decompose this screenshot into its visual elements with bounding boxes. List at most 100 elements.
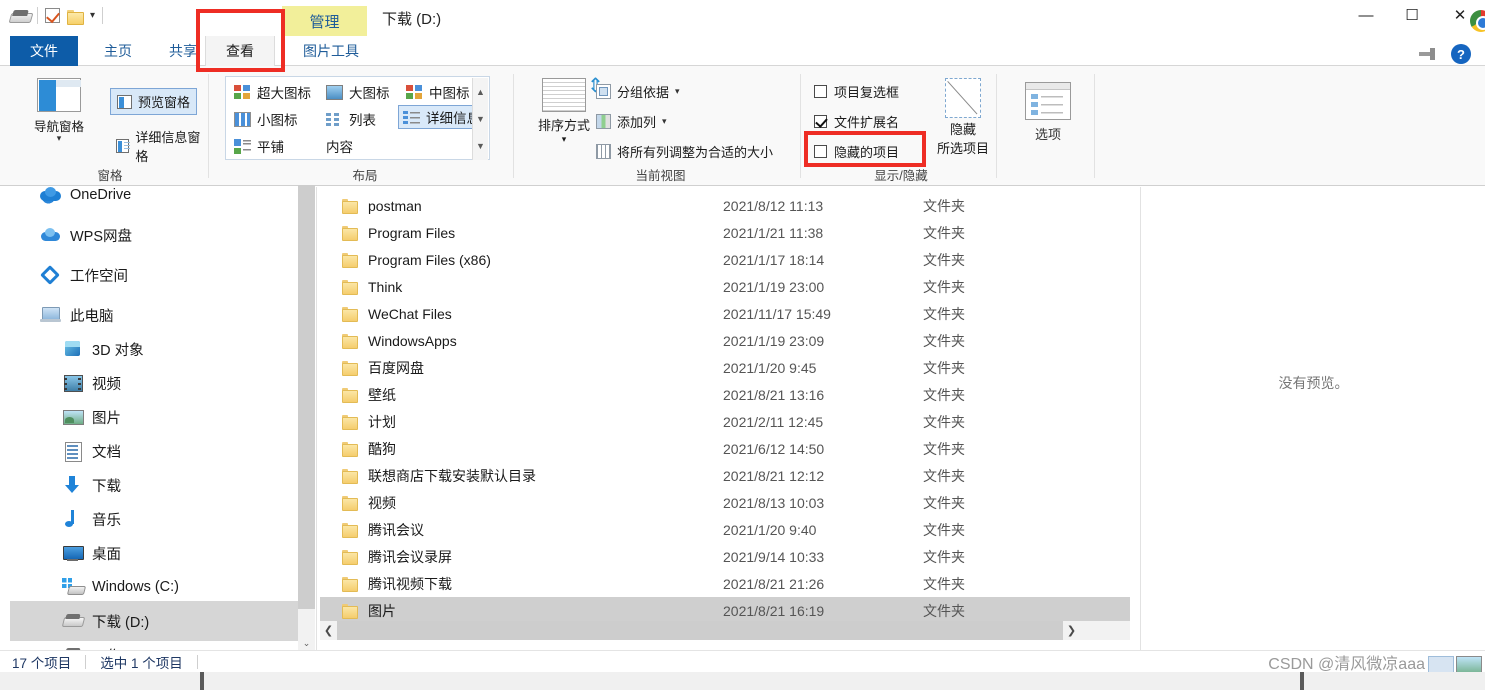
preview-message: 没有预览。: [1278, 375, 1349, 391]
sidebar-item-onedrive[interactable]: OneDrive: [10, 187, 298, 215]
folder-icon[interactable]: [67, 9, 84, 25]
list-icon: [326, 111, 343, 127]
contextual-tab-manage[interactable]: 管理: [282, 6, 367, 36]
sort-by-button[interactable]: ⇕ 排序方式 ▾: [532, 76, 604, 145]
table-row[interactable]: 壁纸 2021/8/21 13:16 文件夹: [320, 381, 1130, 408]
table-row[interactable]: Program Files (x86) 2021/1/17 18:14 文件夹: [320, 246, 1130, 273]
hide-selected-items-button[interactable]: 隐藏 所选项目: [934, 78, 992, 157]
hide-label-line2: 所选项目: [936, 141, 989, 156]
checkbox-orange-icon[interactable]: [45, 8, 60, 23]
scrollbar-thumb[interactable]: [337, 621, 1063, 640]
table-row[interactable]: postman 2021/8/12 11:13 文件夹: [320, 192, 1130, 219]
view-content[interactable]: 内容: [322, 134, 1485, 690]
maximize-button[interactable]: ☐: [1389, 0, 1435, 30]
table-row[interactable]: Program Files 2021/1/21 11:38 文件夹: [320, 219, 1130, 246]
table-row[interactable]: 联想商店下载安装默认目录 2021/8/21 12:12 文件夹: [320, 462, 1130, 489]
file-type: 文件夹: [923, 197, 965, 214]
file-name: 计划: [368, 413, 396, 430]
file-name: 腾讯会议: [368, 521, 424, 538]
view-small-icons[interactable]: 小图标: [230, 107, 302, 131]
file-date: 2021/1/20 9:40: [723, 521, 817, 538]
file-date: 2021/1/21 11:38: [723, 224, 824, 241]
table-row[interactable]: 酷狗 2021/6/12 14:50 文件夹: [320, 435, 1130, 462]
view-medium-icons[interactable]: 中图标: [402, 80, 474, 104]
large-icons-icon: [326, 84, 343, 100]
file-extensions-label: 文件扩展名: [834, 115, 900, 130]
layout-gallery-scrollbar[interactable]: ▲ ▼ ▼: [472, 78, 488, 160]
file-name: WindowsApps: [368, 332, 457, 349]
file-date: 2021/1/20 9:45: [723, 359, 817, 376]
size-all-columns-button[interactable]: 将所有列调整为合适的大小: [596, 142, 773, 161]
chevron-down-icon[interactable]: ▾: [675, 86, 680, 97]
file-list-horizontal-scrollbar[interactable]: ❮ ❯: [320, 621, 1130, 640]
folder-icon: [342, 442, 358, 457]
chevron-down-icon[interactable]: ▾: [662, 116, 667, 127]
chevron-down-icon[interactable]: ▾: [90, 10, 95, 21]
table-row[interactable]: Think 2021/1/19 23:00 文件夹: [320, 273, 1130, 300]
file-type: 文件夹: [923, 413, 965, 430]
tab-home[interactable]: 主页: [90, 36, 146, 66]
preview-pane-button[interactable]: 预览窗格: [110, 88, 198, 115]
chevron-down-icon[interactable]: ▾: [532, 134, 596, 145]
table-row[interactable]: WeChat Files 2021/11/17 15:49 文件夹: [320, 300, 1130, 327]
navigation-pane-scrollbar[interactable]: ⌄: [298, 185, 315, 652]
options-button[interactable]: 选项: [1018, 82, 1078, 143]
table-row[interactable]: 图片 2021/8/21 16:19 文件夹: [320, 597, 1130, 624]
table-row[interactable]: 百度网盘 2021/1/20 9:45 文件夹: [320, 354, 1130, 381]
preview-pane-icon: [117, 94, 132, 109]
tab-file[interactable]: 文件: [10, 36, 78, 66]
minimize-button[interactable]: —: [1343, 0, 1389, 30]
pin-ribbon-icon[interactable]: [1419, 48, 1439, 60]
folder-icon: [342, 415, 358, 430]
ribbon-tab-strip: 文件 主页 共享 查看 图片工具: [0, 36, 1485, 66]
file-type: 文件夹: [923, 602, 965, 619]
table-row[interactable]: WindowsApps 2021/1/19 23:09 文件夹: [320, 327, 1130, 354]
table-row[interactable]: 计划 2021/2/11 12:45 文件夹: [320, 408, 1130, 435]
table-row[interactable]: 视频 2021/8/13 10:03 文件夹: [320, 489, 1130, 516]
tab-view[interactable]: 查看: [205, 36, 275, 66]
help-icon[interactable]: ?: [1451, 44, 1471, 64]
sidebar-item-wps[interactable]: WPS网盘: [10, 215, 298, 255]
file-name: 百度网盘: [368, 359, 424, 376]
status-divider: [85, 654, 87, 669]
item-checkboxes-option[interactable]: 项目复选框: [814, 82, 899, 101]
drive-icon[interactable]: [10, 9, 30, 23]
pane-divider[interactable]: [316, 187, 317, 652]
add-column-button[interactable]: 添加列 ▾: [596, 112, 667, 131]
scrollbar-thumb[interactable]: [298, 185, 315, 609]
table-row[interactable]: 腾讯视频下载 2021/8/21 21:26 文件夹: [320, 570, 1130, 597]
pictures-icon: [62, 408, 84, 426]
scroll-right-icon[interactable]: ❯: [1063, 621, 1080, 640]
scroll-up-icon[interactable]: ▲: [476, 87, 485, 97]
scroll-left-icon[interactable]: ❮: [320, 621, 337, 640]
checkbox-icon[interactable]: [814, 85, 827, 98]
ribbon: 导航窗格 ▾ 预览窗格 详细信息窗格 窗格 超大图标 大图标 中图标 小图标 列…: [0, 66, 1485, 690]
view-list[interactable]: 列表: [322, 107, 380, 131]
title-bar: ▾ 管理 下载 (D:) — ☐ ✕: [0, 0, 1485, 36]
folder-icon: [342, 199, 358, 214]
file-extensions-option[interactable]: 文件扩展名: [814, 112, 899, 131]
tab-share[interactable]: 共享: [155, 36, 211, 66]
chrome-browser-icon[interactable]: [1470, 10, 1485, 32]
checkbox-checked-icon[interactable]: [814, 115, 827, 128]
file-name: 腾讯会议录屏: [368, 548, 452, 565]
navigation-pane-button[interactable]: 导航窗格 ▾: [30, 78, 88, 143]
table-row[interactable]: 腾讯会议录屏 2021/9/14 10:33 文件夹: [320, 543, 1130, 570]
scroll-more-icon[interactable]: ▼: [476, 141, 485, 151]
tab-picture-tools[interactable]: 图片工具: [285, 36, 377, 66]
scroll-down-icon[interactable]: ▼: [476, 114, 485, 124]
view-large-icons[interactable]: 大图标: [322, 80, 394, 104]
chevron-down-icon[interactable]: ▾: [30, 134, 88, 143]
view-extra-large-icons[interactable]: 超大图标: [230, 80, 315, 104]
view-tiles[interactable]: 平铺: [230, 134, 288, 158]
checkbox-icon[interactable]: [814, 145, 827, 158]
group-by-button[interactable]: 分组依据 ▾: [596, 82, 680, 101]
sidebar-item-label: OneDrive: [70, 187, 132, 203]
hidden-items-option[interactable]: 隐藏的项目: [814, 142, 899, 161]
sidebar-item-label: 工作空间: [70, 268, 128, 285]
ribbon-group-options: 选项: [1000, 66, 1095, 186]
details-pane-button[interactable]: 详细信息窗格: [110, 124, 210, 168]
table-row[interactable]: 腾讯会议 2021/1/20 9:40 文件夹: [320, 516, 1130, 543]
sidebar-item-workspace[interactable]: 工作空间: [10, 255, 298, 295]
file-name: 壁纸: [368, 386, 396, 403]
